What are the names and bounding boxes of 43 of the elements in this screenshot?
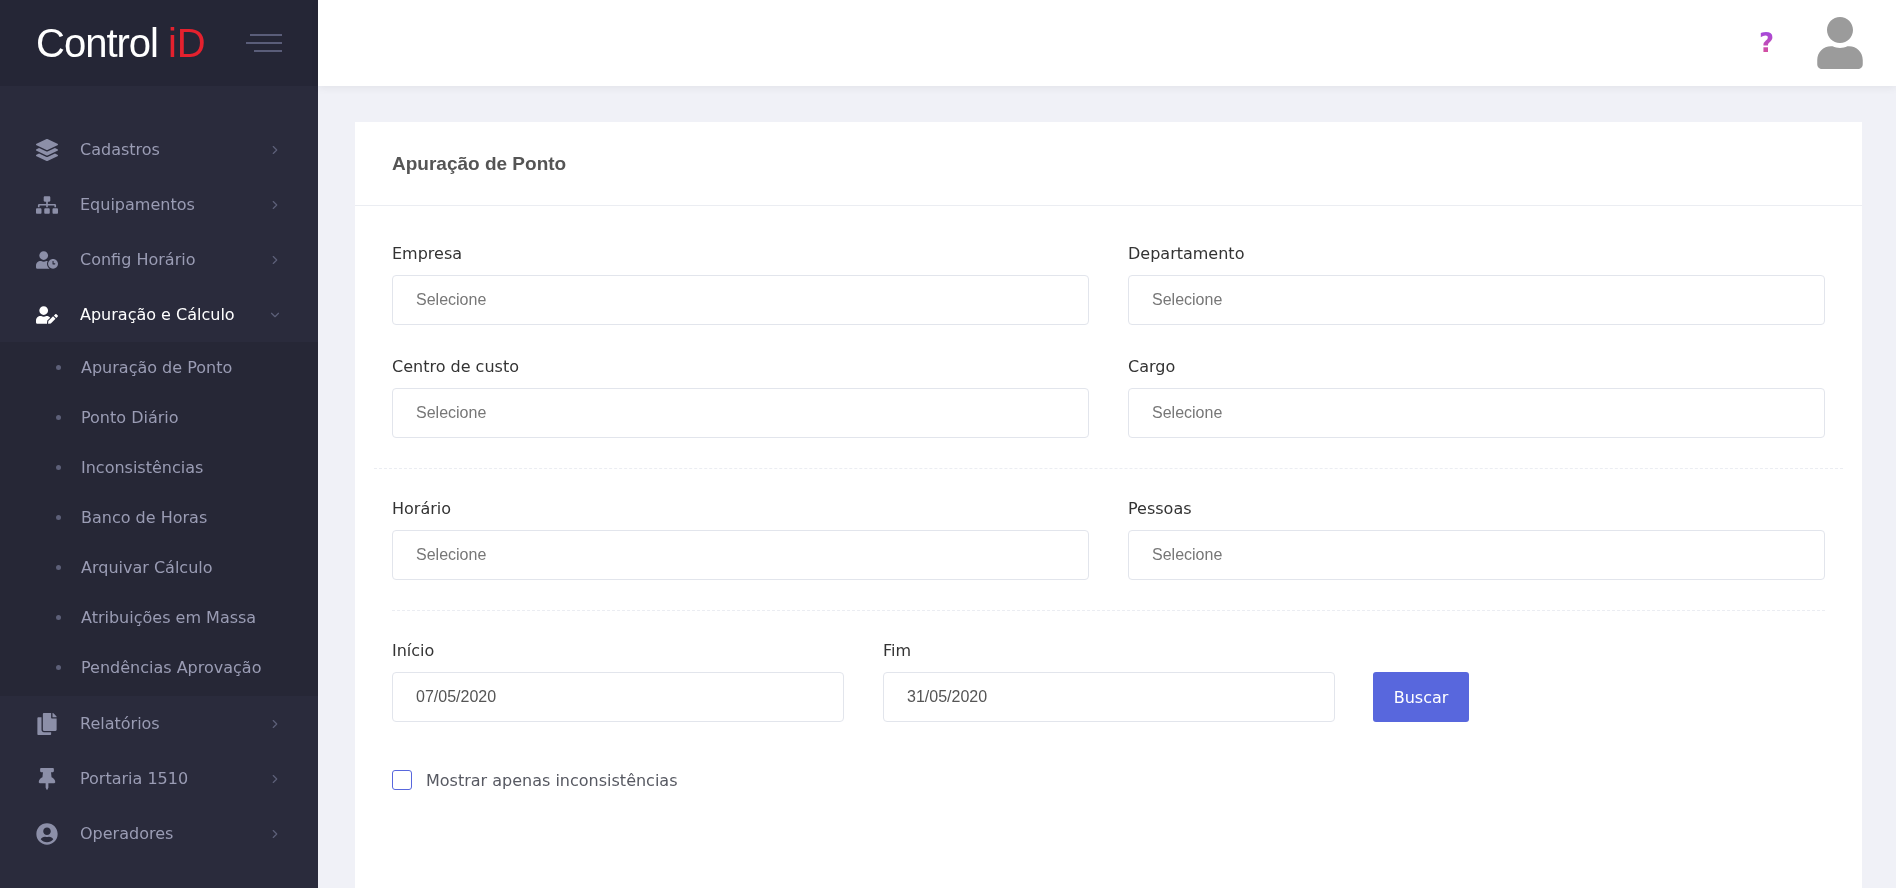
submenu-item[interactable]: Banco de Horas <box>0 492 318 542</box>
field-label: Empresa <box>392 244 464 263</box>
select-field[interactable]: Selecione <box>1128 275 1825 325</box>
logo[interactable]: Control iD <box>36 20 206 66</box>
sidebar-item[interactable]: Apuração e Cálculo <box>0 287 318 342</box>
submenu-item[interactable]: Atribuições em Massa <box>0 592 318 642</box>
field-label: Centro de custo <box>392 357 520 376</box>
sidebar-item[interactable]: Portaria 1510 <box>0 751 318 806</box>
sidebar-item[interactable]: Relatórios <box>0 696 318 751</box>
field-label: Fim <box>883 641 913 660</box>
select-field[interactable]: Selecione <box>392 388 1089 438</box>
submenu-item[interactable]: Ponto Diário <box>0 392 318 442</box>
sidebar-item[interactable]: Cadastros <box>0 122 318 177</box>
card-title: Apuração de Ponto <box>392 152 567 175</box>
field-label: Cargo <box>1128 357 1177 376</box>
select-field[interactable]: Selecione <box>392 530 1089 580</box>
menu-icon[interactable] <box>246 33 282 53</box>
field-label: Departamento <box>1128 244 1246 263</box>
field-label: Pessoas <box>1128 499 1193 518</box>
submenu-item[interactable]: Arquivar Cálculo <box>0 542 318 592</box>
field-label: Início <box>392 641 436 660</box>
checkbox-label[interactable]: Mostrar apenas inconsistências <box>426 770 678 790</box>
documents-icon <box>36 712 58 735</box>
user-clock-icon <box>36 248 58 271</box>
sitemap-icon <box>36 193 58 216</box>
pin-icon <box>36 767 58 790</box>
layers-icon <box>36 138 58 161</box>
search-button[interactable]: Buscar <box>1373 672 1469 722</box>
field-label: Horário <box>392 499 452 518</box>
submenu-item[interactable]: Apuração de Ponto <box>0 342 318 392</box>
user-avatar-icon[interactable] <box>1814 17 1866 69</box>
checkbox[interactable] <box>392 770 412 790</box>
select-field[interactable]: Selecione <box>392 275 1089 325</box>
date-field[interactable]: 31/05/2020 <box>883 672 1335 722</box>
user-edit-icon <box>36 303 58 326</box>
submenu-item[interactable]: Pendências Aprovação <box>0 642 318 692</box>
date-field[interactable]: 07/05/2020 <box>392 672 844 722</box>
select-field[interactable]: Selecione <box>1128 388 1825 438</box>
sidebar-item[interactable]: Operadores <box>0 806 318 861</box>
sidebar-item[interactable]: Config Horário <box>0 232 318 287</box>
submenu-item[interactable]: Inconsistências <box>0 442 318 492</box>
select-field[interactable]: Selecione <box>1128 530 1825 580</box>
sidebar-item[interactable]: Equipamentos <box>0 177 318 232</box>
